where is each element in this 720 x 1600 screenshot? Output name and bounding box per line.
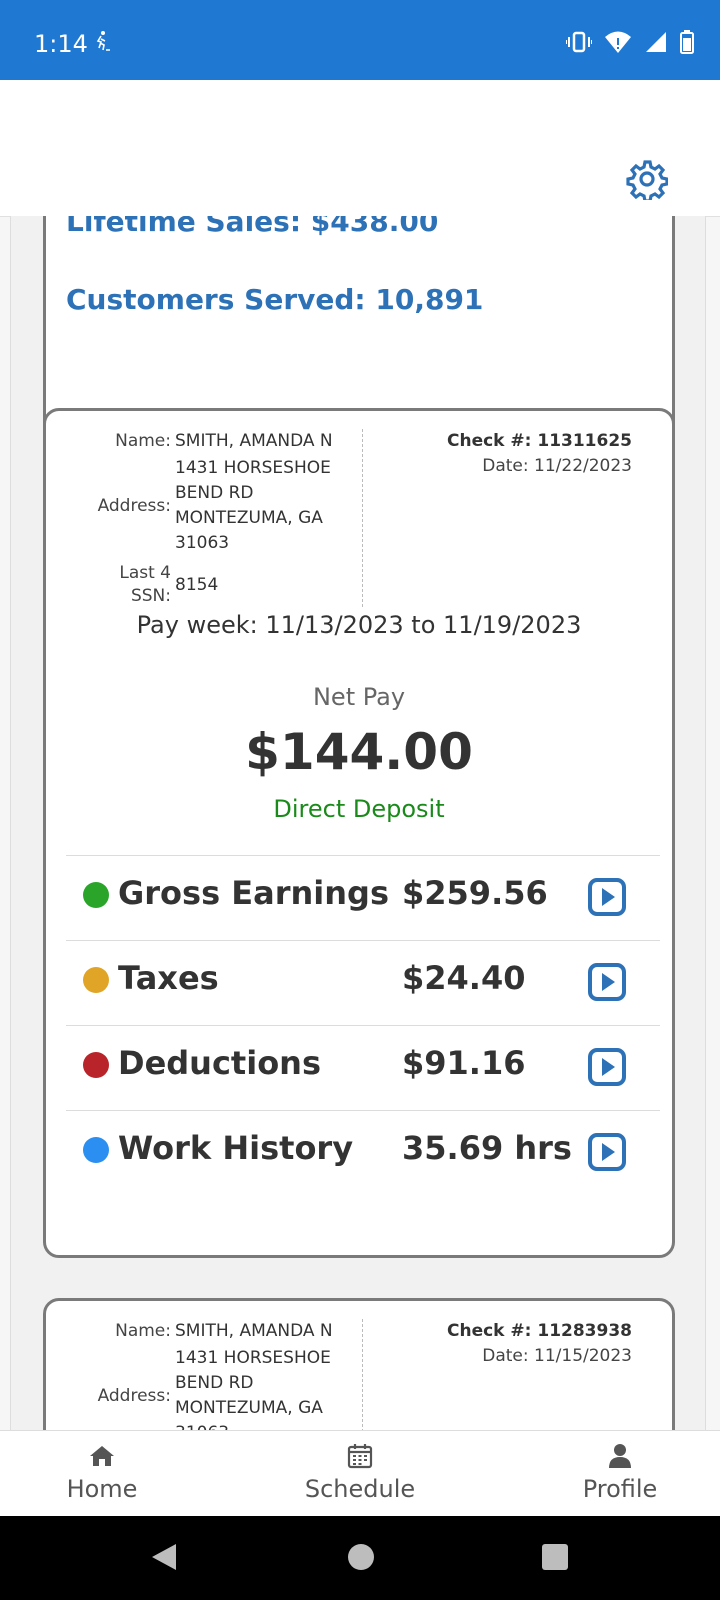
nav-schedule[interactable]: Schedule xyxy=(260,1431,460,1517)
status-icons xyxy=(566,30,694,54)
status-bar: 1:14 xyxy=(0,0,720,80)
app-header xyxy=(0,80,720,217)
calendar-icon xyxy=(347,1444,373,1469)
line-label: Deductions xyxy=(118,1044,321,1082)
bottom-nav: Home Schedule Profile xyxy=(0,1430,720,1517)
pay-week: Pay week: 11/13/2023 to 11/19/2023 xyxy=(136,611,582,639)
check-info: Check #: 11283938 Date: 11/15/2023 xyxy=(447,1319,632,1369)
line-value: 35.69 hrs xyxy=(402,1129,572,1167)
pay-breakdown-list: Gross Earnings $259.56 Taxes $24.40 Dedu… xyxy=(66,855,660,1195)
nav-schedule-label: Schedule xyxy=(304,1475,416,1503)
check-info: Check #: 11311625 Date: 11/22/2023 xyxy=(447,429,632,479)
vertical-divider xyxy=(362,429,363,607)
play-square-icon[interactable] xyxy=(588,1048,626,1086)
address-line: MONTEZUMA, GA xyxy=(175,508,323,528)
address-line: 31063 xyxy=(175,1421,356,1430)
play-square-icon[interactable] xyxy=(588,878,626,916)
address-line: 1431 HORSESHOE xyxy=(175,458,331,478)
recents-button[interactable] xyxy=(542,1544,568,1570)
address-line: 1431 HORSESHOE xyxy=(175,1348,331,1368)
check-number: Check #: 11283938 xyxy=(447,1321,632,1341)
ssn-value: 8154 xyxy=(175,574,219,595)
employee-address: 1431 HORSESHOE BEND RD MONTEZUMA, GA 310… xyxy=(175,456,356,556)
line-label: Gross Earnings xyxy=(118,874,389,912)
ssn-label-line: Last 4 xyxy=(119,563,171,583)
status-dot-icon xyxy=(83,1137,109,1163)
address-label: Address: xyxy=(97,495,171,516)
signal-icon xyxy=(646,32,666,52)
line-value: $24.40 xyxy=(402,959,526,997)
status-dot-icon xyxy=(83,1052,109,1078)
pay-stub-card[interactable]: Name: SMITH, AMANDA N Address: 1431 HORS… xyxy=(43,1298,675,1430)
gear-icon[interactable] xyxy=(626,158,668,200)
employee-info: Name: SMITH, AMANDA N Address: 1431 HORS… xyxy=(66,429,356,608)
net-pay-amount: $144.00 xyxy=(245,723,473,781)
list-item-taxes[interactable]: Taxes $24.40 xyxy=(66,940,660,1025)
employee-info: Name: SMITH, AMANDA N Address: 1431 HORS… xyxy=(66,1319,356,1430)
vibrate-icon xyxy=(566,31,592,53)
employee-address: 1431 HORSESHOE BEND RD MONTEZUMA, GA 310… xyxy=(175,1346,356,1430)
name-label: Name: xyxy=(115,431,171,451)
check-number: Check #: 11311625 xyxy=(447,431,632,451)
nav-home-label: Home xyxy=(66,1475,138,1503)
deposit-method: Direct Deposit xyxy=(273,795,445,823)
list-item-work-history[interactable]: Work History 35.69 hrs xyxy=(66,1110,660,1195)
status-time: 1:14 xyxy=(34,30,88,58)
name-label: Name: xyxy=(115,1321,171,1341)
wifi-icon xyxy=(605,31,631,53)
check-date: Date: 11/22/2023 xyxy=(482,456,632,476)
status-dot-icon xyxy=(83,882,109,908)
address-line: BEND RD xyxy=(175,1373,254,1393)
net-pay-label: Net Pay xyxy=(312,683,406,711)
line-value: $91.16 xyxy=(402,1044,526,1082)
address-label: Address: xyxy=(97,1385,171,1406)
nav-home[interactable]: Home xyxy=(2,1431,202,1517)
line-label: Work History xyxy=(118,1129,354,1167)
address-line: MONTEZUMA, GA xyxy=(175,1398,323,1418)
home-button[interactable] xyxy=(348,1544,374,1570)
vertical-divider xyxy=(362,1319,363,1430)
line-label: Taxes xyxy=(118,959,219,997)
customers-served: Customers Served: 10,891 xyxy=(66,283,484,316)
lifetime-sales: Lifetime Sales: $438.00 xyxy=(66,216,439,238)
employee-name: SMITH, AMANDA N xyxy=(175,431,333,451)
content-scroll[interactable]: Lifetime Sales: $438.00 Customers Served… xyxy=(0,216,720,1430)
list-item-deductions[interactable]: Deductions $91.16 xyxy=(66,1025,660,1110)
employee-name: SMITH, AMANDA N xyxy=(175,1321,333,1341)
runner-app-icon xyxy=(96,31,110,51)
check-date: Date: 11/15/2023 xyxy=(482,1346,632,1366)
play-square-icon[interactable] xyxy=(588,1133,626,1171)
nav-profile[interactable]: Profile xyxy=(520,1431,720,1517)
back-icon[interactable] xyxy=(150,1542,178,1572)
address-line: 31063 xyxy=(175,533,230,553)
status-dot-icon xyxy=(83,967,109,993)
ssn-label: Last 4 SSN: xyxy=(66,562,175,608)
ssn-label-line: SSN: xyxy=(130,586,171,606)
battery-icon xyxy=(680,30,694,54)
home-icon xyxy=(90,1446,114,1466)
list-item-gross-earnings[interactable]: Gross Earnings $259.56 xyxy=(66,855,660,940)
line-value: $259.56 xyxy=(402,874,548,912)
address-line: BEND RD xyxy=(175,483,254,503)
nav-profile-label: Profile xyxy=(582,1475,658,1503)
pay-stub-card[interactable]: Name: SMITH, AMANDA N Address: 1431 HORS… xyxy=(43,408,675,1258)
user-icon xyxy=(609,1444,631,1468)
play-square-icon[interactable] xyxy=(588,963,626,1001)
system-nav-bar xyxy=(0,1516,720,1600)
